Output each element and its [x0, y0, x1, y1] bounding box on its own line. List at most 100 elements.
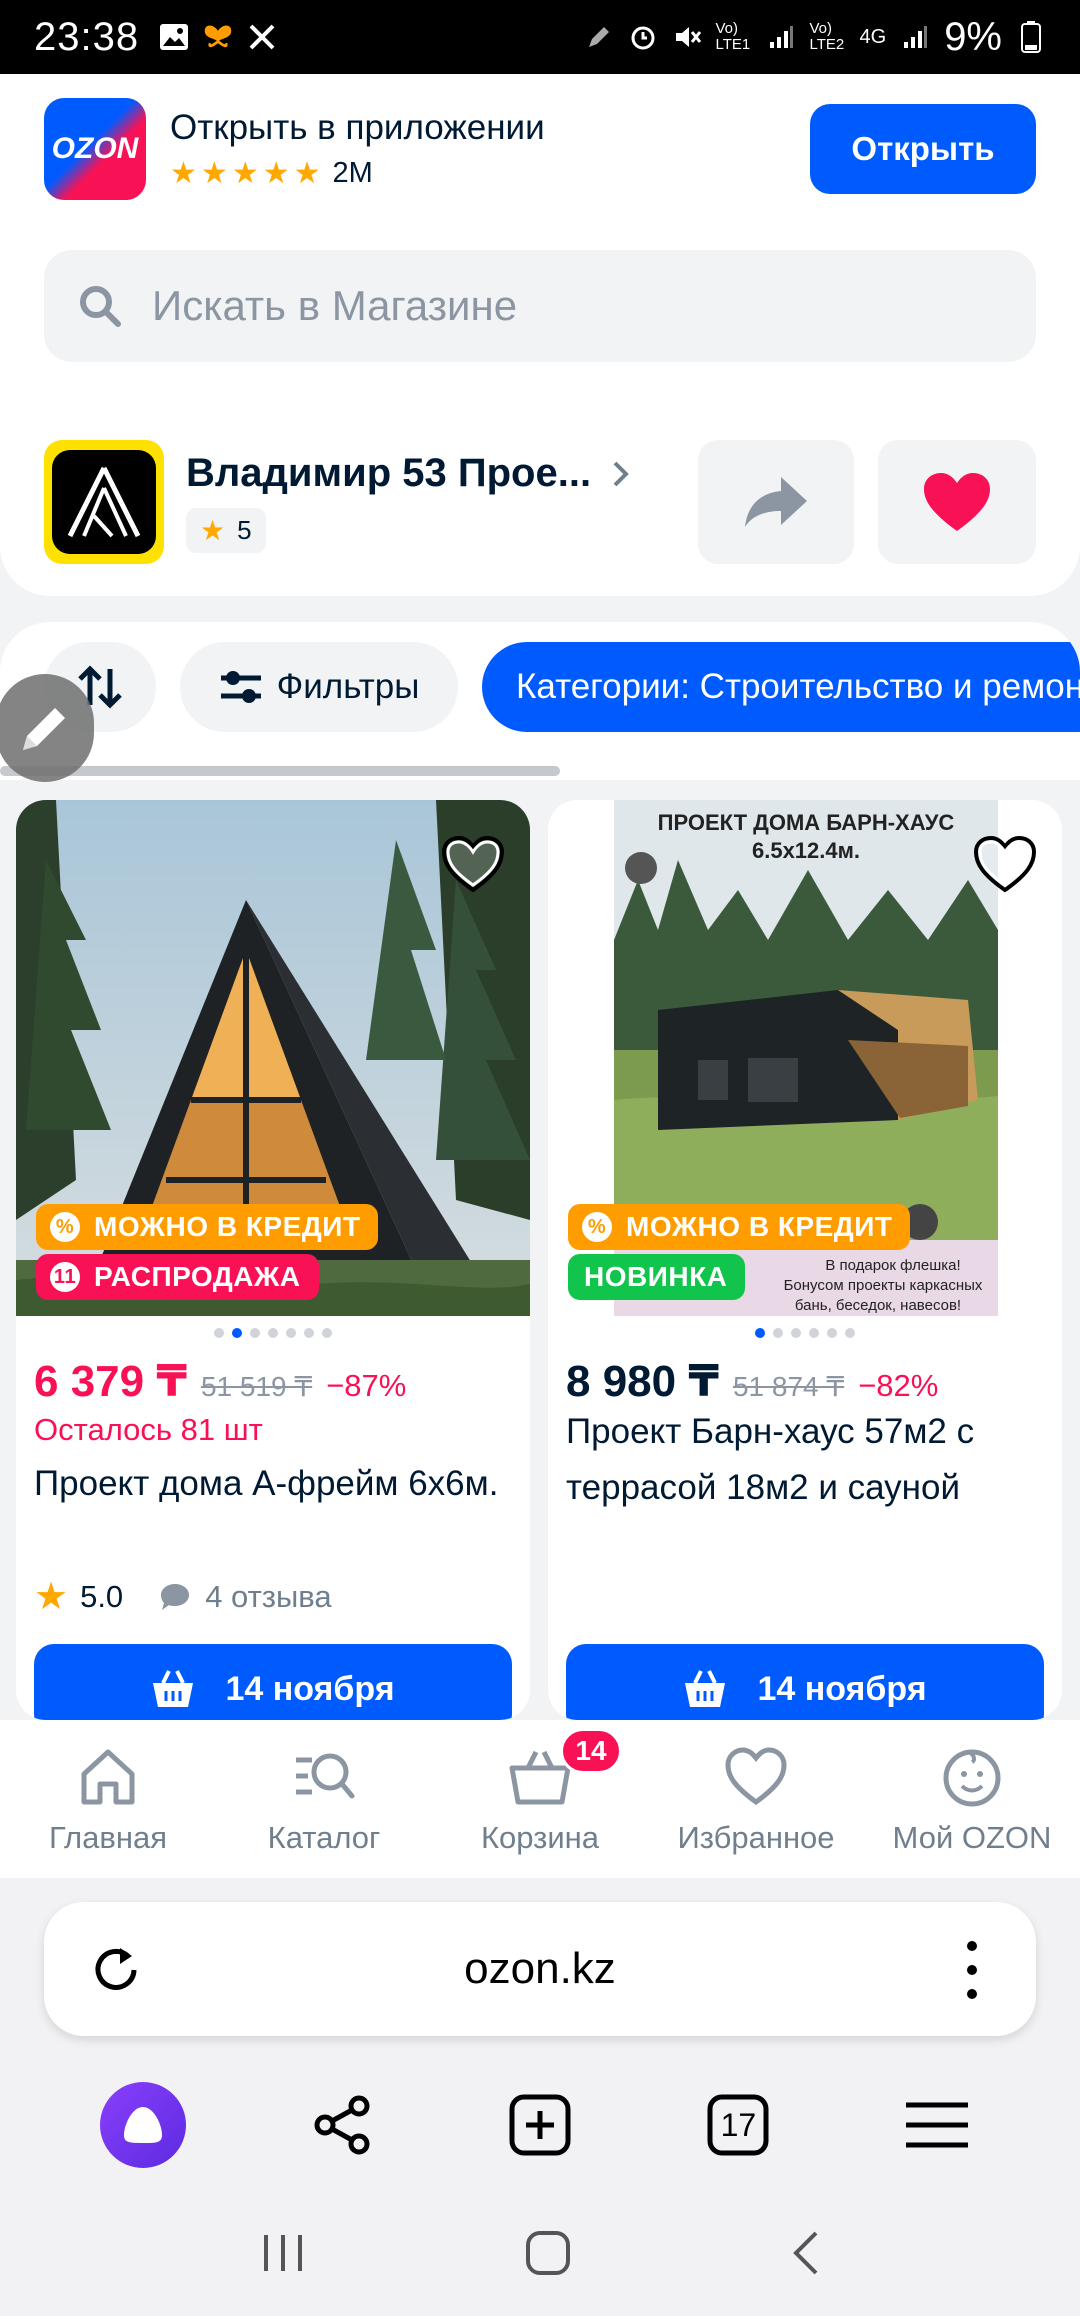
- pagination-dot: [304, 1328, 314, 1338]
- delivery-date: 14 ноября: [225, 1669, 395, 1708]
- star-icon: ★: [262, 156, 290, 190]
- address-bar[interactable]: ozon.kz: [44, 1902, 1036, 2036]
- banner-title: Открыть в приложении: [170, 107, 545, 147]
- search-input[interactable]: Искать в Магазине: [44, 250, 1036, 362]
- star-icon: ★: [170, 156, 197, 190]
- star-icon: ★: [231, 156, 259, 190]
- comment-icon: [161, 1583, 190, 1610]
- status-time: 23:38: [34, 14, 140, 59]
- filters-button[interactable]: Фильтры: [180, 642, 458, 732]
- heart-filled-icon: [924, 473, 990, 531]
- status-bar: 23:38 Vo) LTE1 Vo) LTE2 4G 9%: [0, 0, 1080, 74]
- percent-icon: %: [582, 1212, 612, 1242]
- nav-profile-label: Мой OZON: [892, 1820, 1052, 1855]
- back-icon[interactable]: [790, 2230, 820, 2276]
- butterfly-icon: [203, 22, 233, 52]
- product-name[interactable]: Проект Барн-хаус 57м2 с террасой 18м2 и …: [566, 1404, 1046, 1516]
- battery-icon: [1016, 21, 1046, 53]
- nav-favorites[interactable]: Избранное: [648, 1720, 864, 1878]
- credit-badge-label: МОЖНО В КРЕДИТ: [626, 1211, 893, 1242]
- basket-icon: [685, 1670, 726, 1707]
- nav-cart-label: Корзина: [480, 1820, 600, 1855]
- share-icon: [314, 2095, 370, 2155]
- pagination-dot-active: [232, 1328, 242, 1338]
- pagination-dot: [809, 1328, 819, 1338]
- discount: −87%: [326, 1368, 407, 1403]
- nav-profile[interactable]: Мой OZON: [864, 1720, 1080, 1878]
- product-rating: ★ 5.0 4 отзыва: [34, 1574, 332, 1619]
- nav-home-label: Главная: [49, 1820, 167, 1855]
- delivery-date: 14 ноября: [757, 1669, 927, 1708]
- mute-icon: [672, 22, 702, 52]
- image-title-line2: 6.5х12.4м.: [752, 838, 860, 863]
- category-label: Категории: Строительство и ремонт: [516, 667, 1080, 706]
- url-text: ozon.kz: [464, 1944, 616, 1993]
- filters-icon: [220, 671, 261, 703]
- bottom-navigation: Главная Каталог Корзина 14 Избранное Мой…: [0, 1720, 1080, 1878]
- credit-badge: % МОЖНО В КРЕДИТ: [36, 1204, 379, 1250]
- seller-logo[interactable]: [44, 440, 164, 564]
- product-name[interactable]: Проект дома А-фрейм 6х6м.: [34, 1456, 514, 1512]
- filter-bar: Фильтры Категории: Строительство и ремон…: [0, 622, 1080, 780]
- seller-name-link[interactable]: Владимир 53 Прое...: [186, 451, 631, 496]
- tabs-button[interactable]: 17: [688, 2075, 788, 2175]
- seller-header: Владимир 53 Прое... ★ 5: [44, 440, 1036, 564]
- pencil-icon: [23, 708, 65, 750]
- sale-tag-icon: 11: [50, 1262, 80, 1292]
- new-tab-button[interactable]: [490, 2075, 590, 2175]
- product-card[interactable]: % МОЖНО В КРЕДИТ 11 РАСПРОДАЖА 6 379 ₸ 5…: [16, 800, 530, 1720]
- share-button[interactable]: [698, 440, 854, 564]
- catalog-icon: [296, 1753, 355, 1799]
- alarm-icon: [628, 22, 658, 52]
- current-price: 6 379 ₸: [34, 1357, 187, 1406]
- alice-icon: [100, 2082, 187, 2168]
- old-price: 51 519 ₸: [200, 1371, 313, 1402]
- share-page-button[interactable]: [292, 2075, 392, 2175]
- share-arrow-icon: [745, 477, 807, 527]
- top-section: OZON Открыть в приложении ★ ★ ★ ★ ★ 2M О…: [0, 74, 1080, 596]
- favorite-heart-icon[interactable]: [972, 834, 1038, 894]
- image-title-line1: ПРОЕКТ ДОМА БАРН-ХАУС: [658, 810, 955, 835]
- add-to-cart-button[interactable]: 14 ноября: [566, 1644, 1044, 1720]
- recents-icon[interactable]: [260, 2233, 306, 2273]
- tools-icon: [247, 22, 277, 52]
- seller-name: Владимир 53 Прое...: [186, 451, 592, 495]
- seller-rating: ★ 5: [186, 508, 266, 553]
- open-in-app-banner: OZON Открыть в приложении ★ ★ ★ ★ ★ 2M О…: [44, 98, 1036, 200]
- pagination-dot: [791, 1328, 801, 1338]
- signal2-icon: [900, 22, 930, 52]
- add-to-cart-button[interactable]: 14 ноября: [34, 1644, 512, 1720]
- credit-badge: % МОЖНО В КРЕДИТ: [568, 1204, 911, 1250]
- browser-menu-button[interactable]: [887, 2075, 987, 2175]
- pagination-dot: [250, 1328, 260, 1338]
- seller-rating-value: 5: [237, 515, 252, 545]
- plus-square-icon: [509, 2094, 571, 2156]
- price-row: 6 379 ₸ 51 519 ₸ −87%: [34, 1356, 406, 1407]
- star-icon: ★: [34, 1576, 69, 1618]
- app-rating: ★ ★ ★ ★ ★ 2M: [170, 156, 545, 191]
- alice-assistant-button[interactable]: [93, 2075, 193, 2175]
- reviews-link[interactable]: 4 отзыва: [159, 1578, 332, 1615]
- reviews-count: 4 отзыва: [205, 1578, 332, 1614]
- network1-label: Vo) LTE1: [715, 20, 751, 53]
- home-system-icon[interactable]: [525, 2230, 571, 2276]
- pen-icon: [584, 22, 614, 52]
- favorite-seller-button[interactable]: [878, 440, 1036, 564]
- new-badge: НОВИНКА: [568, 1254, 746, 1300]
- more-vertical-icon[interactable]: [964, 1938, 980, 2002]
- tabs-count: 17: [720, 2106, 757, 2143]
- filters-label: Фильтры: [276, 667, 420, 706]
- heart-icon: [725, 1747, 787, 1806]
- nav-cart[interactable]: Корзина 14: [432, 1720, 648, 1878]
- product-card[interactable]: ПРОЕКТ ДОМА БАРН-ХАУС 6.5х12.4м. В подар…: [548, 800, 1062, 1720]
- nav-catalog[interactable]: Каталог: [216, 1720, 432, 1878]
- pagination-dot: [268, 1328, 278, 1338]
- edit-floating-button[interactable]: [0, 674, 94, 782]
- open-app-button[interactable]: Открыть: [810, 104, 1036, 194]
- star-icon: ★: [200, 515, 226, 546]
- category-chip[interactable]: Категории: Строительство и ремонт: [482, 642, 1080, 732]
- browser-chrome: ozon.kz 17: [0, 1878, 1080, 2316]
- favorite-heart-icon[interactable]: [440, 834, 506, 894]
- nav-home[interactable]: Главная: [0, 1720, 216, 1878]
- pagination-dot: [286, 1328, 296, 1338]
